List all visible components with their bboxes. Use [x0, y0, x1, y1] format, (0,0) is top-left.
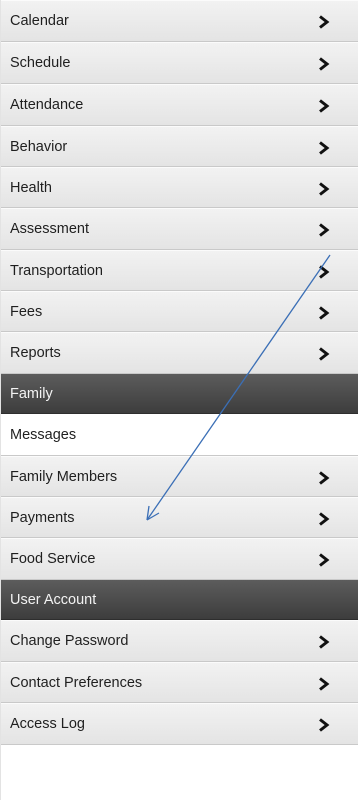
menu-item-family-members[interactable]: Family Members [1, 456, 358, 497]
menu-item-label: Fees [10, 303, 43, 320]
menu-item-attendance[interactable]: Attendance [1, 84, 358, 126]
menu-item-calendar[interactable]: Calendar [1, 0, 358, 42]
menu-item-contact-preferences[interactable]: Contact Preferences [1, 662, 358, 703]
menu-item-label: Schedule [10, 55, 71, 71]
menu-item-label: Access Log [10, 716, 85, 732]
chevron-right-icon [317, 223, 331, 237]
menu-item-label: Change Password [10, 633, 129, 649]
side-menu: Calendar Schedule Attendance Behavior He… [0, 0, 358, 800]
menu-item-health[interactable]: Health [1, 167, 358, 208]
menu-item-behavior[interactable]: Behavior [1, 126, 358, 167]
menu-item-reports[interactable]: Reports [1, 332, 358, 374]
menu-item-transportation[interactable]: Transportation [1, 250, 358, 291]
menu-item-food-service[interactable]: Food Service [1, 538, 358, 580]
section-header-user-account: User Account [1, 580, 358, 620]
menu-item-access-log[interactable]: Access Log [1, 703, 358, 745]
section-header-label: Family [10, 385, 53, 402]
menu-item-label: Calendar [10, 13, 69, 29]
menu-item-label: Attendance [10, 97, 84, 113]
section-header-label: User Account [10, 591, 97, 608]
chevron-right-icon [317, 181, 331, 196]
menu-item-label: Behavior [10, 138, 68, 155]
menu-item-payments[interactable]: Payments [1, 497, 358, 538]
chevron-right-icon [317, 305, 331, 320]
chevron-right-icon [317, 264, 331, 279]
menu-item-messages[interactable]: Messages [1, 414, 358, 456]
menu-item-schedule[interactable]: Schedule [1, 42, 358, 84]
menu-item-assessment[interactable]: Assessment [1, 208, 358, 250]
chevron-right-icon [317, 718, 331, 732]
chevron-right-icon [317, 347, 331, 361]
chevron-right-icon [317, 676, 331, 691]
chevron-right-icon [317, 57, 331, 71]
menu-item-label: Payments [10, 509, 75, 526]
menu-item-fees[interactable]: Fees [1, 291, 358, 332]
menu-item-label: Food Service [10, 551, 96, 567]
menu-item-label: Health [10, 179, 52, 196]
chevron-right-icon [317, 635, 331, 649]
chevron-right-icon [317, 470, 331, 485]
menu-item-label: Contact Preferences [10, 674, 143, 691]
menu-item-label: Transportation [10, 262, 103, 279]
menu-item-change-password[interactable]: Change Password [1, 620, 358, 662]
section-header-family: Family [1, 374, 358, 414]
menu-item-label: Family Members [10, 468, 118, 485]
chevron-right-icon [317, 15, 331, 29]
menu-item-label: Messages [10, 427, 77, 443]
menu-item-label: Reports [10, 345, 61, 361]
menu-item-label: Assessment [10, 221, 89, 237]
chevron-right-icon [317, 553, 331, 567]
chevron-right-icon [317, 99, 331, 113]
chevron-right-icon [317, 140, 331, 155]
chevron-right-icon [317, 511, 331, 526]
